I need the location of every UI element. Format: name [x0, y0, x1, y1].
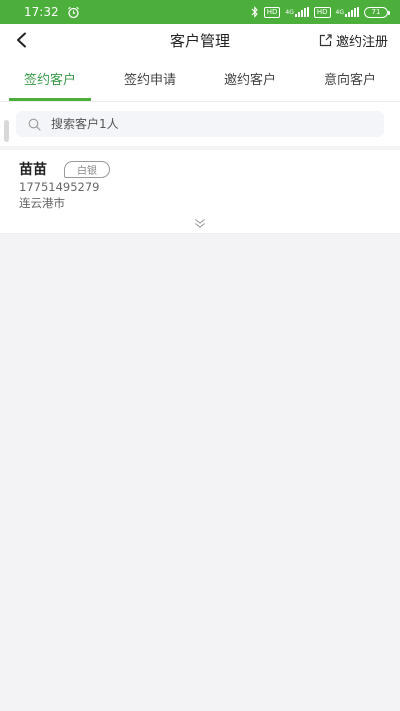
network-type: 4G — [285, 8, 294, 16]
customer-level-badge: 白银 — [64, 161, 110, 178]
share-icon — [319, 34, 332, 47]
invite-register-label: 邀约注册 — [335, 35, 388, 50]
alarm-icon — [67, 6, 80, 19]
signal-icon: 4G — [285, 7, 309, 17]
customer-phone: 17751495279 — [19, 180, 100, 194]
bluetooth-icon — [251, 6, 259, 18]
signal-icon: 4G — [336, 7, 359, 17]
nav-header: 客户管理 邀约注册 — [0, 24, 400, 56]
status-time: 17:32 — [24, 5, 59, 19]
search-input[interactable] — [51, 117, 351, 131]
back-button[interactable] — [10, 28, 34, 52]
customer-city: 连云港市 — [19, 196, 65, 210]
customer-list-item[interactable]: 苗苗 白银 17751495279 连云港市 — [0, 150, 400, 234]
customer-name: 苗苗 — [19, 162, 47, 178]
battery-icon: 71 — [364, 6, 390, 18]
hd-badge: HD — [263, 6, 281, 18]
double-chevron-down-icon — [195, 218, 205, 228]
hd-badge: HD — [313, 6, 331, 18]
invite-register-button[interactable]: 邀约注册 — [319, 31, 388, 50]
search-icon — [28, 118, 41, 131]
tab-invited-customers[interactable]: 邀约客户 — [200, 56, 300, 101]
tab-bar: 签约客户 签约申请 邀约客户 意向客户 — [0, 56, 400, 102]
search-area — [0, 102, 400, 146]
expand-button[interactable] — [192, 216, 208, 230]
search-box[interactable] — [16, 111, 384, 137]
network-type: 4G — [335, 8, 344, 16]
tab-prospect-customers[interactable]: 意向客户 — [300, 56, 400, 101]
status-bar: 17:32 HD 4G HD 4G 71 — [0, 0, 400, 24]
scroll-indicator — [4, 120, 9, 142]
battery-level: 71 — [371, 7, 381, 16]
back-arrow-icon — [17, 32, 26, 48]
status-right: HD 4G HD 4G 71 — [251, 6, 390, 18]
tab-sign-applications[interactable]: 签约申请 — [100, 56, 200, 101]
tab-signed-customers[interactable]: 签约客户 — [0, 56, 100, 101]
status-left: 17:32 — [24, 5, 80, 19]
